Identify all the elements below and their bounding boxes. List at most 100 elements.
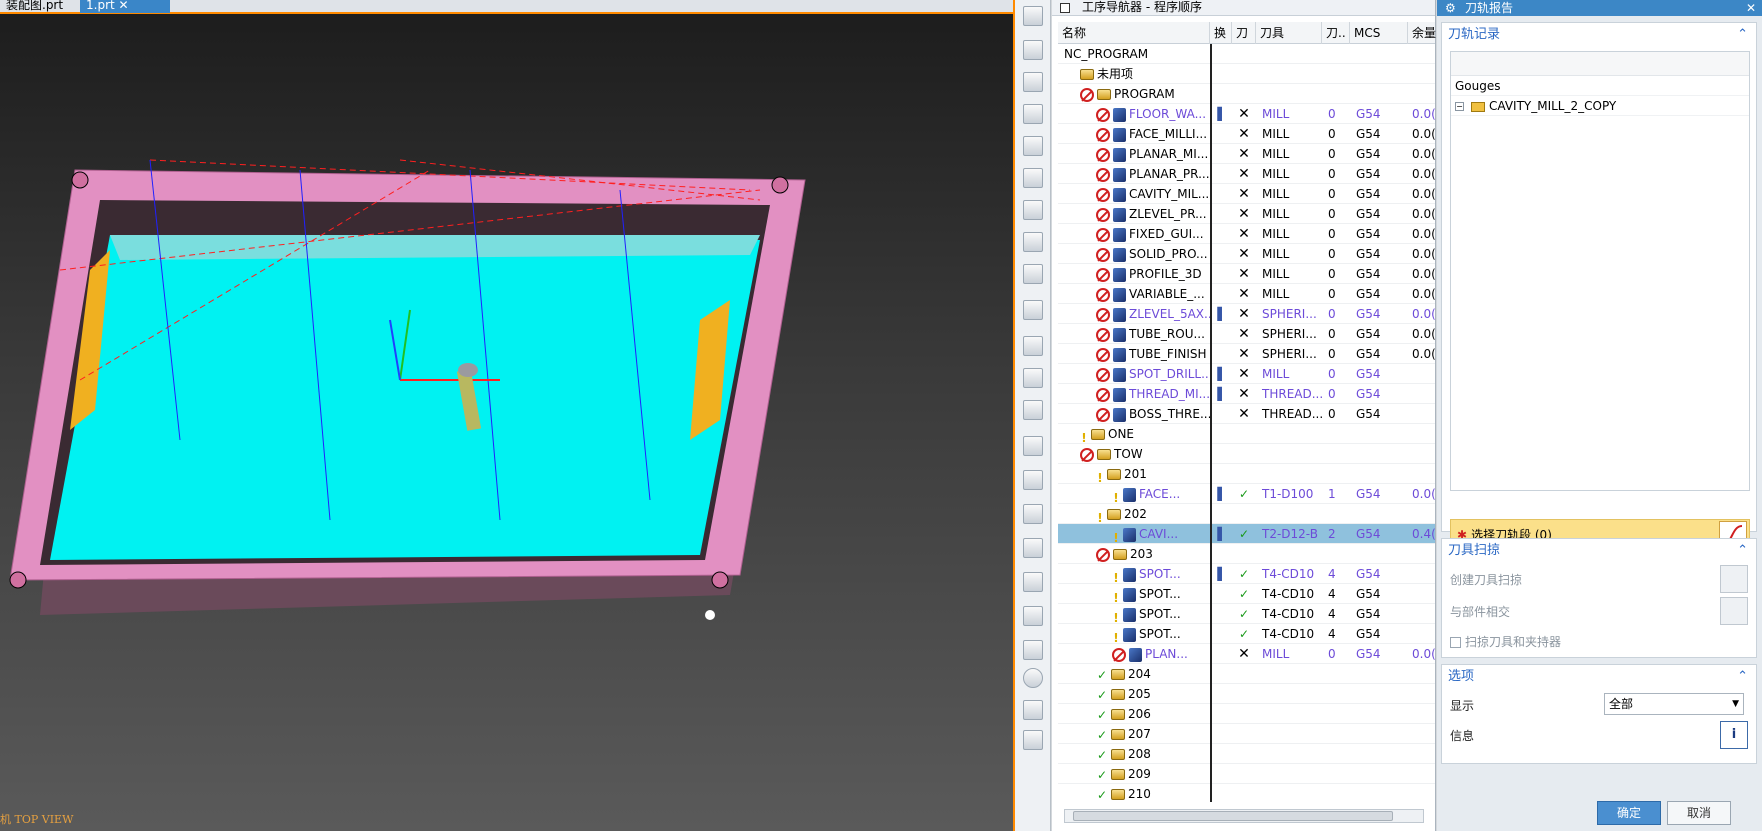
table-row[interactable]: FACE_MILLI... ✕ MILL 0 G54 0.0( [1058, 124, 1435, 144]
table-row[interactable]: NC_PROGRAM [1058, 44, 1435, 64]
table-row[interactable]: ! 201 [1058, 464, 1435, 484]
table-row[interactable]: ! 202 [1058, 504, 1435, 524]
column-mcs[interactable]: MCS [1350, 22, 1408, 44]
tool-sweep-header[interactable]: 刀具扫掠 ⌃ [1442, 539, 1756, 563]
toolbar-icon-9[interactable] [1023, 264, 1043, 284]
toolbar-icon-22[interactable] [1023, 730, 1043, 750]
toolbar-icon-14[interactable] [1023, 436, 1043, 456]
tree-item-row[interactable]: − CAVITY_MILL_2_COPY [1451, 96, 1749, 116]
display-select[interactable]: 全部 ▼ [1604, 693, 1744, 715]
collapse-node-icon[interactable]: − [1455, 102, 1464, 111]
table-row[interactable]: ✓ 208 [1058, 744, 1435, 764]
cancel-button[interactable]: 取消 [1667, 801, 1731, 825]
table-row[interactable]: ✓ 210 [1058, 784, 1435, 802]
options-header[interactable]: 选项 ⌃ [1442, 665, 1756, 689]
toolpath-record-header[interactable]: 刀轨记录 ⌃ [1442, 23, 1756, 47]
toolbar-icon-18[interactable] [1023, 572, 1043, 592]
navigator-horizontal-scrollbar[interactable] [1064, 809, 1424, 823]
toolbar-icon-6[interactable] [1023, 168, 1043, 188]
table-row[interactable]: ZLEVEL_PR... ✕ MILL 0 G54 0.0( [1058, 204, 1435, 224]
close-icon[interactable]: ✕ [1746, 0, 1756, 16]
circle-icon[interactable] [1023, 668, 1043, 688]
table-row[interactable]: ! FACE... ▌ ✓ T1-D100 1 G54 0.0( [1058, 484, 1435, 504]
table-row[interactable]: 未用项 [1058, 64, 1435, 84]
column-swap[interactable]: 换 [1210, 22, 1232, 44]
navigator-pin-checkbox[interactable] [1060, 3, 1070, 13]
toolbar-icon-11[interactable] [1023, 336, 1043, 356]
warning-icon: ! [1113, 610, 1119, 625]
row-name-label: SOLID_PRO... [1129, 247, 1208, 261]
collapse-icon[interactable]: ⌃ [1737, 539, 1748, 563]
table-row[interactable]: SOLID_PRO... ✕ MILL 0 G54 0.0( [1058, 244, 1435, 264]
tool-sweep-title: 刀具扫掠 [1448, 543, 1501, 558]
check-icon: ✓ [1096, 707, 1108, 722]
toolbar-icon-17[interactable] [1023, 538, 1043, 558]
table-row[interactable]: ! SPOT... ▌ ✓ T4-CD10 4 G54 [1058, 564, 1435, 584]
toolbar-icon-4[interactable] [1023, 104, 1043, 124]
column-t[interactable]: 刀 [1232, 22, 1256, 44]
sweep-holder-option[interactable]: 扫掠刀具和夹持器 [1450, 633, 1561, 650]
table-row[interactable]: PLAN... ✕ MILL 0 G54 0.0( [1058, 644, 1435, 664]
table-row[interactable]: ZLEVEL_5AX... ▌ ✕ SPHERI... 0 G54 0.0( [1058, 304, 1435, 324]
table-row[interactable]: VARIABLE_... ✕ MILL 0 G54 0.0( [1058, 284, 1435, 304]
table-row[interactable]: PLANAR_PR... ✕ MILL 0 G54 0.0( [1058, 164, 1435, 184]
cell-tn: 4 [1328, 627, 1336, 641]
column-tool[interactable]: 刀具 [1256, 22, 1322, 44]
toolbar-icon-13[interactable] [1023, 400, 1043, 420]
table-row[interactable]: ✓ 205 [1058, 684, 1435, 704]
toolbar-icon-10[interactable] [1023, 300, 1043, 320]
column-name[interactable]: 名称 [1058, 22, 1210, 44]
gouges-tree[interactable]: Gouges − CAVITY_MILL_2_COPY [1450, 51, 1750, 491]
table-row[interactable]: FLOOR_WA... ▌ ✕ MILL 0 G54 0.0( [1058, 104, 1435, 124]
table-row[interactable]: TUBE_ROU... ✕ SPHERI... 0 G54 0.0( [1058, 324, 1435, 344]
table-row[interactable]: TUBE_FINISH ✕ SPHERI... 0 G54 0.0( [1058, 344, 1435, 364]
toolbar-icon-21[interactable] [1023, 700, 1043, 720]
toolbar-icon-12[interactable] [1023, 368, 1043, 388]
table-row[interactable]: 203 [1058, 544, 1435, 564]
table-row[interactable]: PLANAR_MI... ✕ MILL 0 G54 0.0( [1058, 144, 1435, 164]
toolbar-icon-7[interactable] [1023, 200, 1043, 220]
create-sweep-button[interactable] [1720, 565, 1748, 593]
table-row[interactable]: ! SPOT... ✓ T4-CD10 4 G54 [1058, 624, 1435, 644]
toolbar-icon-1[interactable] [1023, 6, 1043, 26]
table-row[interactable]: PROFILE_3D ✕ MILL 0 G54 0.0( [1058, 264, 1435, 284]
graphics-viewport[interactable]: 装配图.prt 1.prt ✕ 机 TOP VIEW [0, 0, 1015, 831]
toolbar-icon-5[interactable] [1023, 136, 1043, 156]
table-row[interactable]: CAVITY_MIL... ✕ MILL 0 G54 0.0( [1058, 184, 1435, 204]
toolbar-icon-2[interactable] [1023, 40, 1043, 60]
table-row[interactable]: ✓ 204 [1058, 664, 1435, 684]
column-stock[interactable]: 余量 [1408, 22, 1438, 44]
toolbar-icon-16[interactable] [1023, 504, 1043, 524]
table-row[interactable]: PROGRAM [1058, 84, 1435, 104]
info-icon[interactable]: i [1720, 721, 1748, 749]
table-row[interactable]: TOW [1058, 444, 1435, 464]
table-row[interactable]: ! SPOT... ✓ T4-CD10 4 G54 [1058, 584, 1435, 604]
cell-mcs: G54 [1356, 187, 1381, 201]
tab-part[interactable]: 1.prt ✕ [80, 0, 170, 13]
warning-icon: ! [1113, 590, 1119, 605]
toolbar-icon-20[interactable] [1023, 640, 1043, 660]
collapse-icon[interactable]: ⌃ [1737, 23, 1748, 47]
table-row[interactable]: ! SPOT... ✓ T4-CD10 4 G54 [1058, 604, 1435, 624]
sweep-holder-checkbox[interactable] [1450, 637, 1461, 648]
toolbar-icon-3[interactable] [1023, 72, 1043, 92]
table-row[interactable]: ! CAVI... ▌ ✓ T2-D12-B 2 G54 0.4( [1058, 524, 1435, 544]
column-tool-number[interactable]: 刀.. [1322, 22, 1350, 44]
table-row[interactable]: FIXED_GUI... ✕ MILL 0 G54 0.0( [1058, 224, 1435, 244]
intersect-part-button[interactable] [1720, 597, 1748, 625]
table-row[interactable]: ! ONE [1058, 424, 1435, 444]
table-row[interactable]: ✓ 209 [1058, 764, 1435, 784]
toolbar-icon-15[interactable] [1023, 470, 1043, 490]
scrollbar-thumb[interactable] [1073, 811, 1393, 821]
toolbar-icon-8[interactable] [1023, 232, 1043, 252]
ok-button[interactable]: 确定 [1597, 801, 1661, 825]
table-row[interactable]: ✓ 206 [1058, 704, 1435, 724]
table-row[interactable]: BOSS_THRE... ✕ THREAD... 0 G54 [1058, 404, 1435, 424]
table-row[interactable]: SPOT_DRILL... ▌ ✕ MILL 0 G54 [1058, 364, 1435, 384]
toolbar-icon-19[interactable] [1023, 606, 1043, 626]
table-row[interactable]: ✓ 207 [1058, 724, 1435, 744]
cell-rem: 0.0( [1412, 287, 1435, 301]
tab-assembly[interactable]: 装配图.prt [0, 0, 80, 13]
collapse-icon[interactable]: ⌃ [1737, 665, 1748, 689]
table-row[interactable]: THREAD_MI... ▌ ✕ THREAD... 0 G54 [1058, 384, 1435, 404]
